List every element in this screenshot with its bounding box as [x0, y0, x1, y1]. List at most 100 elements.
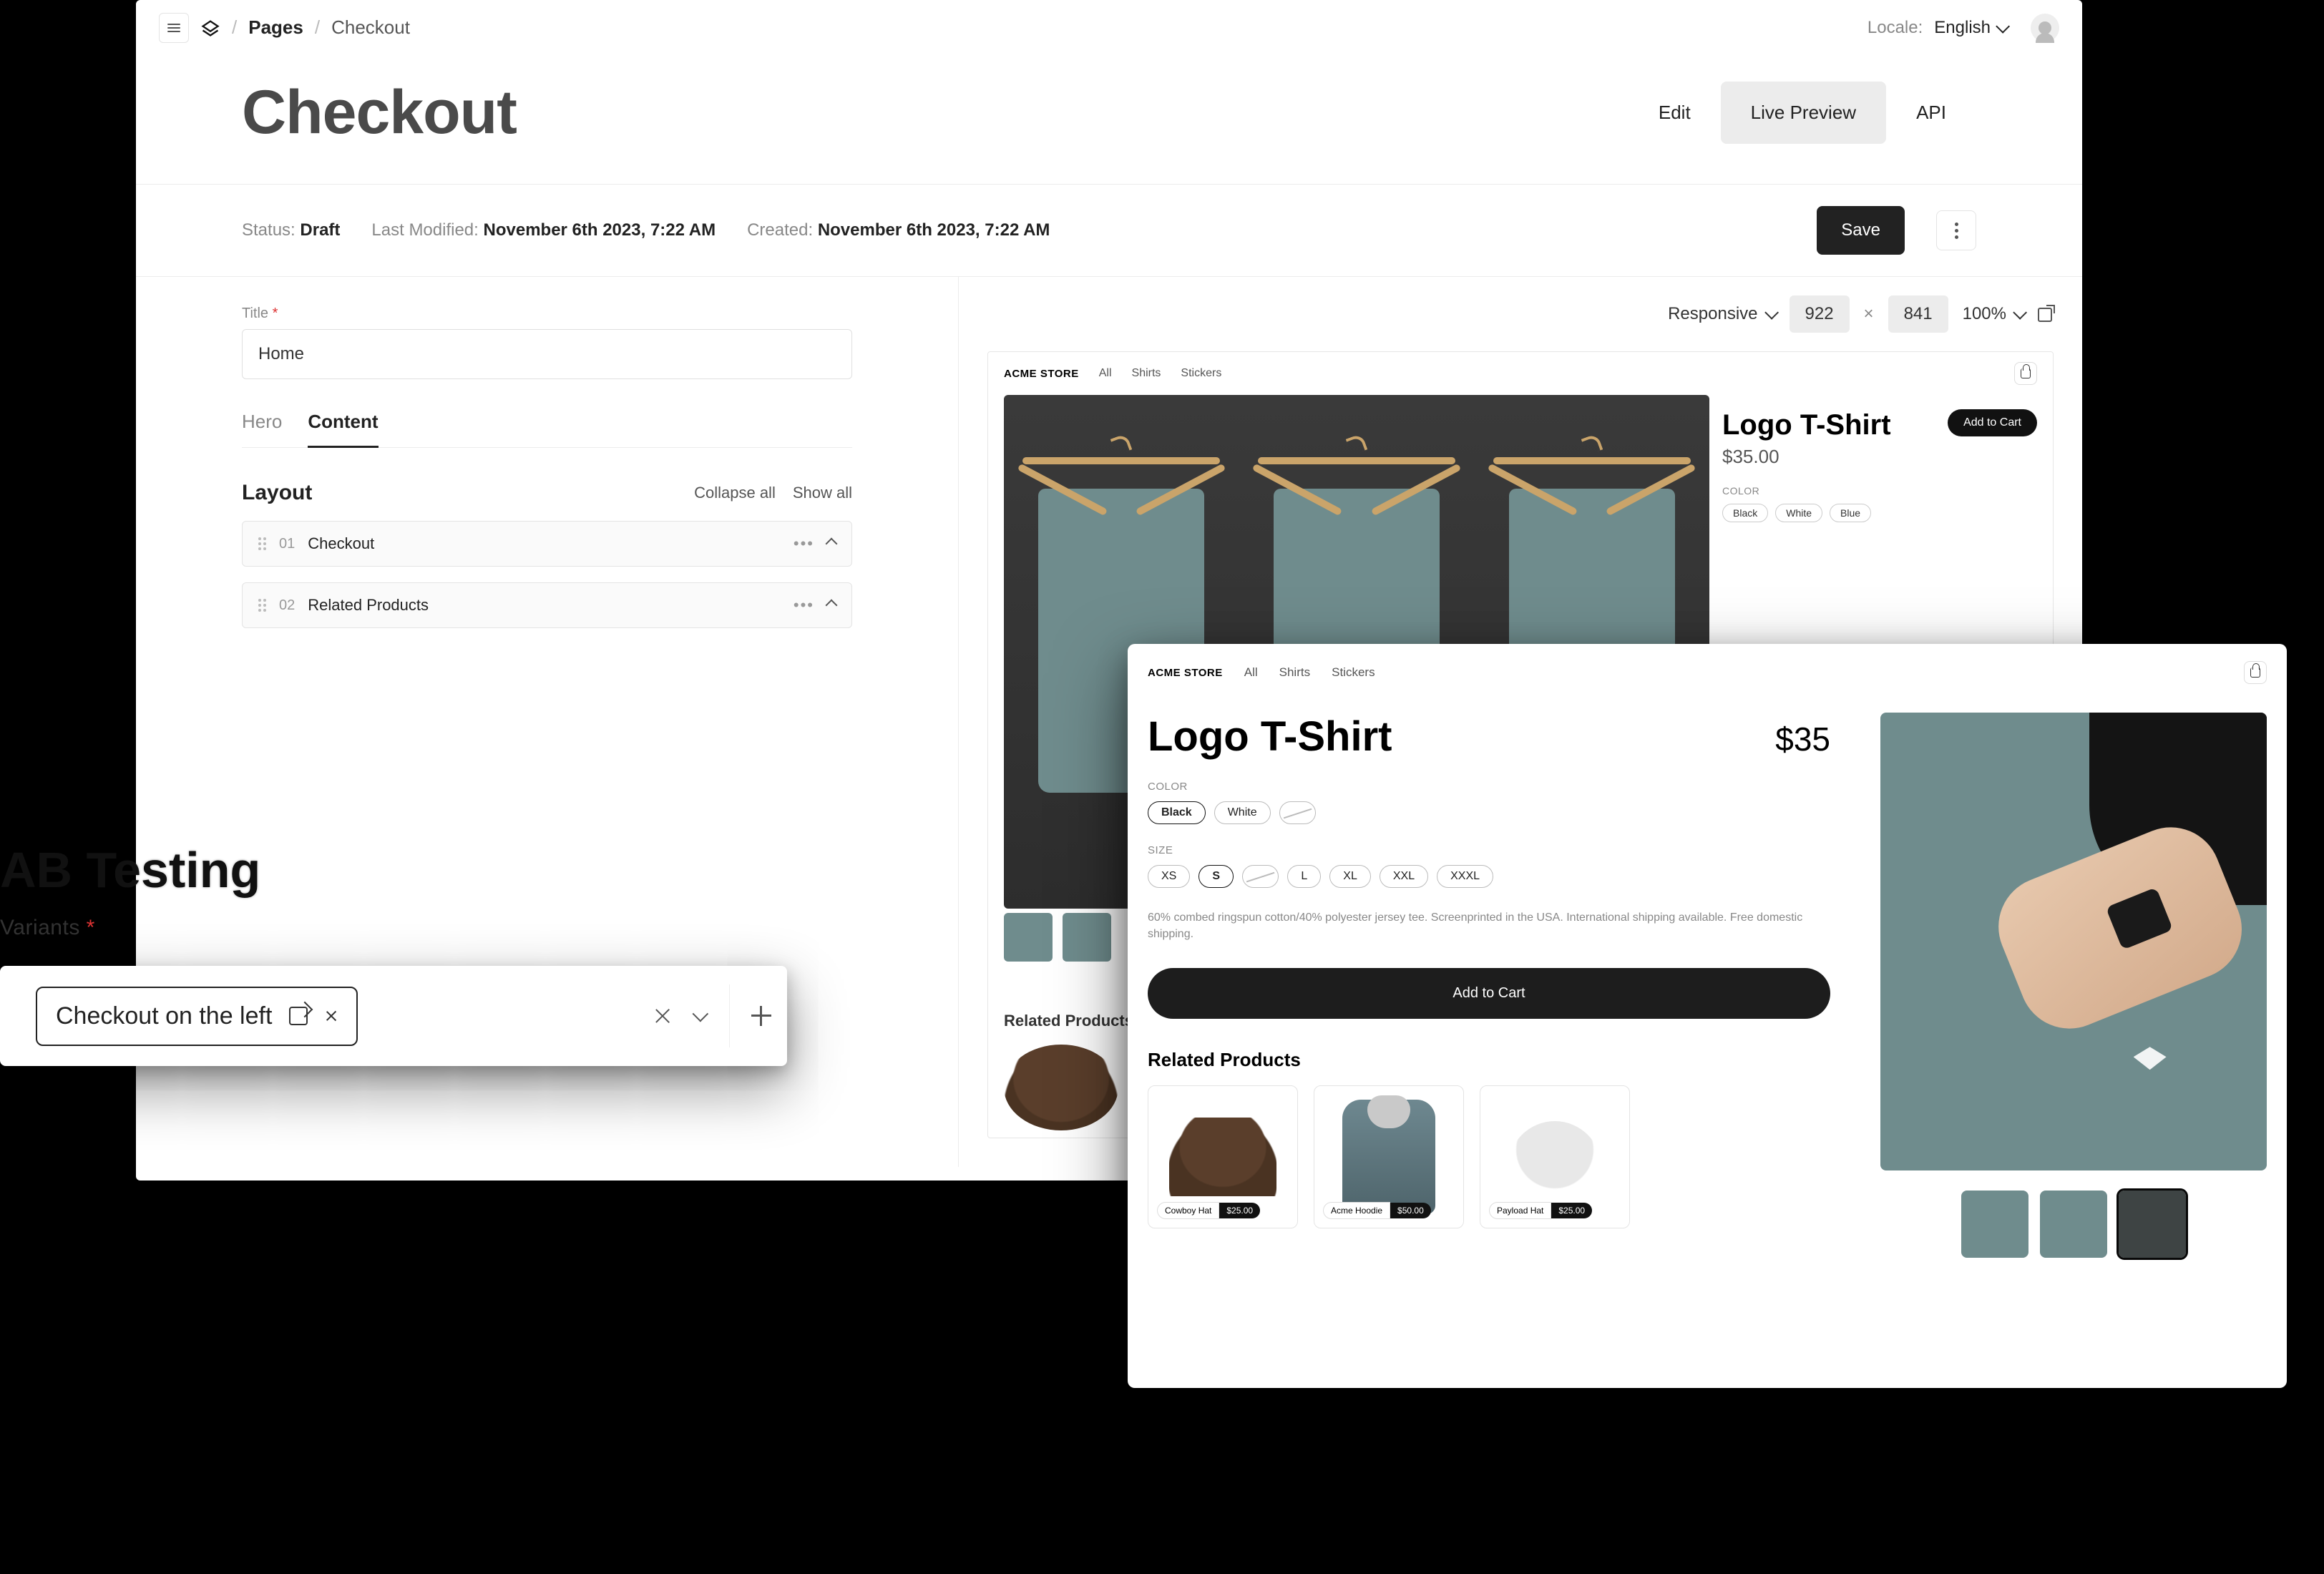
- title-row: Checkout Edit Live Preview API: [136, 56, 2082, 185]
- color-option[interactable]: Black: [1722, 504, 1768, 522]
- block-more-icon[interactable]: •••: [794, 534, 814, 553]
- store-nav: ACME STORE All Shirts Stickers: [1148, 661, 2267, 684]
- add-to-cart-button[interactable]: Add to Cart: [1148, 968, 1830, 1019]
- variants-label: Variants *: [0, 916, 95, 940]
- locale-select[interactable]: English: [1934, 18, 2006, 38]
- store-nav-all[interactable]: All: [1099, 367, 1112, 380]
- save-button[interactable]: Save: [1817, 206, 1905, 255]
- responsive-select[interactable]: Responsive: [1668, 304, 1774, 324]
- gallery-thumb[interactable]: [2040, 1191, 2107, 1258]
- related-card[interactable]: Payload Hat$25.00: [1480, 1085, 1630, 1228]
- store-nav-shirts[interactable]: Shirts: [1279, 665, 1310, 680]
- store-nav: ACME STORE All Shirts Stickers: [1004, 362, 2037, 385]
- collapse-all-link[interactable]: Collapse all: [694, 484, 776, 502]
- cart-button[interactable]: [2014, 362, 2037, 385]
- panel-tab-content[interactable]: Content: [308, 411, 378, 448]
- store-nav-shirts[interactable]: Shirts: [1132, 367, 1161, 380]
- product-image-hoodie: [1342, 1100, 1435, 1214]
- store-nav-stickers[interactable]: Stickers: [1181, 367, 1221, 380]
- store-nav-stickers[interactable]: Stickers: [1332, 665, 1375, 680]
- created: Created: November 6th 2023, 7:22 AM: [747, 220, 1050, 240]
- product-price: $35.00: [1722, 446, 2037, 468]
- plus-icon: [751, 1006, 770, 1026]
- size-option[interactable]: XXXL: [1437, 865, 1493, 888]
- drag-handle-icon[interactable]: [258, 599, 266, 612]
- block-more-icon[interactable]: •••: [794, 596, 814, 615]
- cart-button[interactable]: [2244, 661, 2267, 684]
- color-label: COLOR: [1722, 485, 2037, 497]
- product-title: Logo T-Shirt: [1722, 409, 1891, 441]
- title-field-label: Title *: [242, 305, 852, 322]
- related-card[interactable]: Acme Hoodie$50.00: [1314, 1085, 1464, 1228]
- tab-edit[interactable]: Edit: [1629, 82, 1721, 144]
- gallery-thumb[interactable]: [1961, 1191, 2028, 1258]
- menu-button[interactable]: [159, 13, 189, 43]
- add-to-cart-button[interactable]: Add to Cart: [1948, 409, 2037, 436]
- topbar: / Pages / Checkout Locale: English: [136, 0, 2082, 56]
- color-option[interactable]: Blue: [1830, 504, 1871, 522]
- edit-icon[interactable]: [289, 1007, 308, 1025]
- clear-variants-button[interactable]: [653, 1007, 672, 1025]
- store-brand[interactable]: ACME STORE: [1148, 667, 1223, 679]
- layout-block-checkout[interactable]: 01 Checkout •••: [242, 521, 852, 567]
- canvas-toolbar: Responsive 922 × 841 100%: [959, 277, 2082, 351]
- breadcrumb-current: Checkout: [331, 16, 410, 39]
- layout-block-related[interactable]: 02 Related Products •••: [242, 582, 852, 628]
- related-products-heading: Related Products: [1148, 1049, 1830, 1071]
- product-description: 60% combed ringspun cotton/40% polyester…: [1148, 909, 1830, 942]
- related-name: Cowboy Hat: [1157, 1202, 1219, 1219]
- gallery-thumb[interactable]: [2119, 1191, 2186, 1258]
- panel-tabs: Hero Content: [242, 411, 852, 448]
- size-option[interactable]: XL: [1329, 865, 1371, 888]
- size-option[interactable]: XS: [1148, 865, 1190, 888]
- viewport-height-input[interactable]: 841: [1888, 295, 1948, 333]
- avatar-icon: [2039, 21, 2051, 34]
- collapse-icon[interactable]: [826, 538, 838, 550]
- open-external-icon[interactable]: [2038, 306, 2054, 322]
- size-option[interactable]: L: [1287, 865, 1321, 888]
- collapse-icon[interactable]: [826, 600, 838, 612]
- related-price: $50.00: [1390, 1203, 1431, 1218]
- store-brand[interactable]: ACME STORE: [1004, 368, 1079, 380]
- hamburger-icon: [167, 24, 180, 32]
- related-card[interactable]: Cowboy Hat$25.00: [1148, 1085, 1298, 1228]
- size-option[interactable]: S: [1198, 865, 1234, 888]
- layout-title: Layout: [242, 481, 312, 505]
- more-actions-button[interactable]: [1936, 210, 1976, 250]
- breadcrumb-root[interactable]: Pages: [248, 16, 303, 39]
- add-variant-button[interactable]: [751, 1007, 770, 1025]
- color-option[interactable]: White: [1775, 504, 1822, 522]
- show-all-link[interactable]: Show all: [793, 484, 852, 502]
- viewport-width-input[interactable]: 922: [1790, 295, 1850, 333]
- variants-toolbar: Checkout on the left: [0, 966, 787, 1066]
- breadcrumb-sep: /: [232, 16, 237, 39]
- zoom-select[interactable]: 100%: [1963, 304, 2023, 324]
- tab-live-preview[interactable]: Live Preview: [1721, 82, 1886, 144]
- thumbnail[interactable]: [1063, 913, 1111, 962]
- chevron-down-icon: [1764, 305, 1779, 320]
- color-label: COLOR: [1148, 781, 1830, 793]
- hero-thumbs: [1004, 913, 1111, 962]
- variant-chip[interactable]: Checkout on the left: [36, 987, 358, 1046]
- panel-tab-hero[interactable]: Hero: [242, 411, 282, 447]
- divider: [729, 984, 730, 1047]
- color-option[interactable]: White: [1214, 801, 1271, 824]
- title-input[interactable]: [242, 329, 852, 379]
- ab-testing-heading: AB Testing: [0, 841, 260, 899]
- size-option[interactable]: XXL: [1380, 865, 1428, 888]
- size-option-unavailable: [1242, 865, 1279, 888]
- color-options: Black White: [1148, 801, 1830, 824]
- drag-handle-icon[interactable]: [258, 537, 266, 550]
- remove-icon[interactable]: [325, 1010, 338, 1022]
- thumbnail[interactable]: [1004, 913, 1053, 962]
- store-nav-all[interactable]: All: [1244, 665, 1258, 680]
- related-card-peek: [1004, 1045, 1118, 1130]
- color-option[interactable]: Black: [1148, 801, 1206, 824]
- gallery-thumbs: [1961, 1191, 2186, 1258]
- tab-api[interactable]: API: [1886, 82, 1976, 144]
- user-avatar[interactable]: [2031, 14, 2059, 42]
- product-main-image: [1880, 713, 2267, 1170]
- detached-preview-window: ACME STORE All Shirts Stickers Logo T-Sh…: [1128, 644, 2287, 1388]
- variants-dropdown-button[interactable]: [689, 1007, 708, 1025]
- chevron-down-icon: [1996, 19, 2010, 33]
